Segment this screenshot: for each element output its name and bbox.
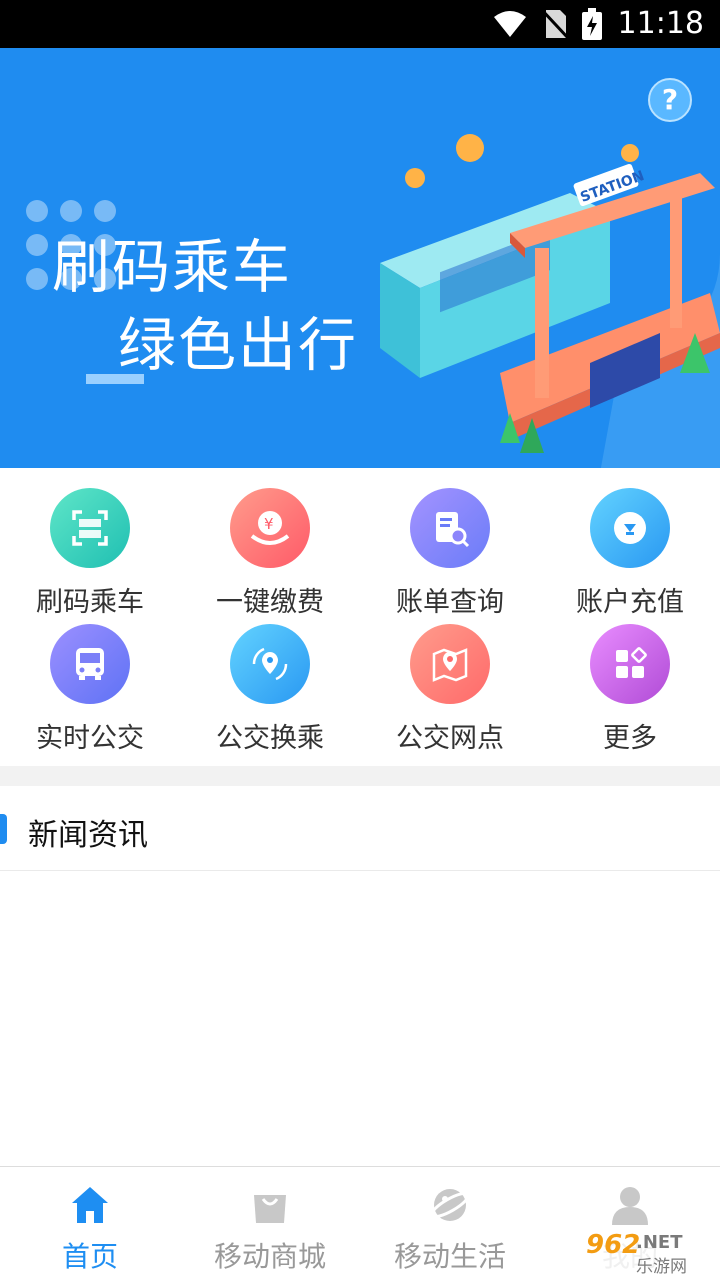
tab-label: 首页 [61, 1240, 118, 1273]
promo-banner[interactable]: ? 刷码乘车 绿色出行 STATION [0, 48, 720, 468]
service-scan-ride[interactable]: 刷码乘车 [0, 478, 180, 618]
planet-icon [430, 1189, 470, 1221]
service-label: 实时公交 [36, 723, 144, 754]
scan-code-icon [50, 488, 130, 568]
service-bus-transfer[interactable]: 公交换乘 [180, 614, 360, 754]
service-account-recharge[interactable]: 账户充值 [540, 478, 720, 618]
service-realtime-bus[interactable]: 实时公交 [0, 614, 180, 754]
user-icon [612, 1187, 648, 1225]
tab-label: 移动商城 [213, 1240, 326, 1273]
bus-icon [50, 624, 130, 704]
section-divider [0, 766, 720, 786]
clock: 11:18 [617, 6, 704, 41]
service-label: 更多 [603, 723, 657, 754]
site-watermark: 962 .NET 乐游网 [582, 1230, 717, 1277]
news-title: 新闻资讯 [28, 818, 148, 853]
shopping-bag-icon [254, 1195, 286, 1223]
tab-label: 移动生活 [393, 1240, 506, 1273]
help-button[interactable]: ? [648, 78, 692, 122]
section-accent-bar [0, 814, 7, 844]
bill-search-icon [410, 488, 490, 568]
bus-station-illustration: STATION [380, 134, 720, 468]
tab-home[interactable]: 首页 [0, 1167, 180, 1281]
status-icons [492, 8, 602, 40]
watermark-cn: 乐游网 [636, 1257, 687, 1277]
news-section-header: 新闻资讯 [0, 786, 720, 871]
service-label: 公交换乘 [216, 723, 324, 754]
more-apps-icon [590, 624, 670, 704]
banner-headline-1: 刷码乘车 [52, 233, 293, 301]
pay-icon: ¥ [230, 488, 310, 568]
services-grid: 刷码乘车 ¥ 一键缴费 账单查询 账户充值 实时公交 公交换乘 公交网点 更多 [0, 478, 720, 766]
no-sim-icon [542, 8, 568, 40]
banner-headline-2: 绿色出行 [118, 311, 359, 379]
service-label: 公交网点 [396, 723, 504, 754]
tab-mobile-mall[interactable]: 移动商城 [180, 1167, 360, 1281]
transfer-icon [230, 624, 310, 704]
tab-mobile-life[interactable]: 移动生活 [360, 1167, 540, 1281]
watermark-brand: 962 [586, 1230, 641, 1260]
service-bus-outlets[interactable]: 公交网点 [360, 614, 540, 754]
status-bar: 11:18 [0, 0, 720, 48]
wifi-icon [494, 11, 526, 37]
recharge-icon [590, 488, 670, 568]
service-more[interactable]: 更多 [540, 614, 720, 754]
banner-underline [86, 374, 144, 384]
watermark-site: .NET [636, 1232, 683, 1253]
map-pin-icon [410, 624, 490, 704]
svg-text:¥: ¥ [264, 515, 274, 533]
home-icon [72, 1187, 108, 1223]
service-bill-query[interactable]: 账单查询 [360, 478, 540, 618]
battery-icon [582, 8, 602, 40]
service-one-click-pay[interactable]: ¥ 一键缴费 [180, 478, 360, 618]
